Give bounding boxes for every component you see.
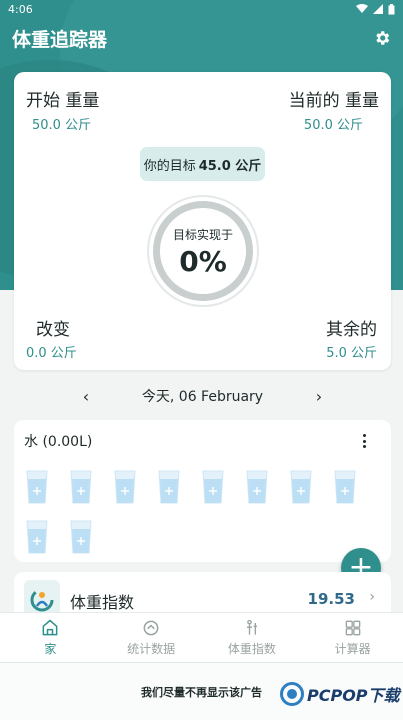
water-cup-icon[interactable] <box>158 470 180 504</box>
goal-value: 45.0 公斤 <box>198 158 262 174</box>
settings-gear-icon[interactable] <box>373 29 391 47</box>
achieved-label: 目标实现于 <box>172 228 233 242</box>
water-cup-icon[interactable] <box>70 470 92 504</box>
water-cup-icon[interactable] <box>334 470 356 504</box>
water-cup-icon[interactable] <box>26 470 48 504</box>
start-weight-value: 50.0 公斤 <box>32 118 92 133</box>
nav-stats[interactable]: 统计数据 <box>101 613 202 662</box>
water-cup-icon[interactable] <box>70 520 92 554</box>
water-cup-icon[interactable] <box>114 470 136 504</box>
watermark-text: PCPOP下载 <box>307 686 400 705</box>
battery-icon <box>388 3 395 14</box>
nav-stats-label: 统计数据 <box>127 642 176 656</box>
remaining-value: 5.0 公斤 <box>326 346 377 361</box>
signal-icon <box>373 4 383 14</box>
next-day-button[interactable]: › <box>307 384 331 408</box>
water-title: 水 (0.00L) <box>24 434 93 450</box>
status-bar: 4:06 <box>0 0 403 18</box>
water-cup-icon[interactable] <box>26 520 48 554</box>
goal-progress-ring: 目标实现于 0% <box>153 201 253 301</box>
current-date: 今天, 06 February <box>141 389 264 405</box>
goal-pill[interactable]: 你的目标 45.0 公斤 <box>140 147 265 181</box>
current-weight-value: 50.0 公斤 <box>303 118 363 133</box>
bmi-value: 19.53 <box>307 590 355 608</box>
wifi-icon <box>356 4 368 13</box>
more-options-icon[interactable] <box>359 432 369 450</box>
achieved-percent: 0% <box>179 245 227 278</box>
current-weight-label: 当前的 重量 <box>288 91 379 111</box>
nav-home[interactable]: 家 <box>0 613 101 662</box>
nav-calculator[interactable]: 计算器 <box>302 613 403 662</box>
nav-calculator-label: 计算器 <box>334 642 371 656</box>
nav-home-label: 家 <box>44 642 57 656</box>
previous-day-button[interactable]: ‹ <box>74 384 98 408</box>
bmi-title: 体重指数 <box>70 593 135 612</box>
water-cup-icon[interactable] <box>290 470 312 504</box>
app-bar: 体重追踪器 <box>0 18 403 58</box>
chevron-right-icon: › <box>369 589 375 605</box>
change-label: 改变 <box>36 320 70 340</box>
water-intake-card: 水 (0.00L) <box>14 420 391 562</box>
weight-summary-card: 开始 重量 50.0 公斤 当前的 重量 50.0 公斤 你的目标 45.0 公… <box>14 72 391 370</box>
nav-bmi-label: 体重指数 <box>227 642 276 656</box>
bmi-card[interactable]: 体重指数 19.53 › <box>14 572 391 616</box>
date-navigator: ‹ 今天, 06 February › <box>14 380 391 412</box>
bmi-logo-icon <box>24 580 60 616</box>
nav-bmi[interactable]: 体重指数 <box>202 613 303 662</box>
home-icon <box>42 619 58 636</box>
change-value: 0.0 公斤 <box>26 346 77 361</box>
status-time: 4:06 <box>8 2 33 16</box>
stats-icon <box>143 620 159 636</box>
watermark-logo-icon <box>280 682 304 706</box>
goal-prefix: 你的目标 <box>143 158 196 174</box>
water-cup-icon[interactable] <box>246 470 268 504</box>
remaining-label: 其余的 <box>326 320 377 340</box>
bmi-icon <box>246 619 257 635</box>
app-title: 体重追踪器 <box>12 28 108 51</box>
bottom-navigation: 家 统计数据 体重指数 计算器 <box>0 612 403 662</box>
watermark: PCPOP下载 <box>280 682 400 706</box>
start-weight-label: 开始 重量 <box>26 91 100 111</box>
calculator-icon <box>345 620 360 636</box>
water-cup-icon[interactable] <box>202 470 224 504</box>
